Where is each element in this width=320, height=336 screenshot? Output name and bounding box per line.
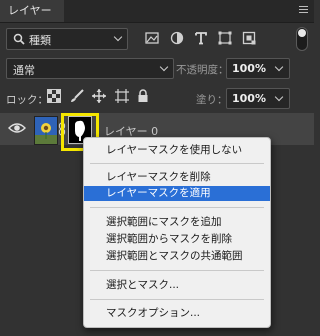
menu-item-apply-layer-mask[interactable]: レイヤーマスクを適用 bbox=[84, 186, 270, 201]
filter-toggle-switch[interactable] bbox=[296, 27, 308, 51]
filter-kind-select[interactable]: 種類 bbox=[6, 28, 128, 50]
menu-separator bbox=[90, 299, 264, 300]
lock-transparent-pixels-icon[interactable] bbox=[47, 89, 61, 103]
opacity-label: 不透明度： bbox=[176, 64, 229, 76]
menu-item-mask-options[interactable]: マスクオプション... bbox=[84, 306, 270, 321]
menu-item-select-and-mask[interactable]: 選択とマスク... bbox=[84, 278, 270, 293]
search-icon bbox=[13, 33, 25, 45]
filter-type-icon[interactable] bbox=[194, 31, 208, 45]
panel-menu-icon[interactable] bbox=[299, 6, 308, 15]
filter-kind-label: 種類 bbox=[29, 34, 51, 47]
filter-shape-icon[interactable] bbox=[218, 31, 232, 45]
blend-mode-select[interactable]: 通常 bbox=[6, 58, 174, 79]
menu-item-delete-layer-mask[interactable]: レイヤーマスクを削除 bbox=[84, 170, 270, 185]
lock-all-icon[interactable] bbox=[136, 89, 150, 103]
fill-value: 100% bbox=[232, 92, 266, 105]
lock-position-icon[interactable] bbox=[92, 89, 106, 103]
opacity-field[interactable]: 100% bbox=[226, 58, 290, 79]
menu-separator bbox=[90, 163, 264, 164]
menu-item-intersect-mask-with-selection[interactable]: 選択範囲とマスクの共通範囲 bbox=[84, 249, 270, 264]
context-menu: レイヤーマスクを使用しない レイヤーマスクを削除 レイヤーマスクを適用 選択範囲… bbox=[83, 137, 271, 328]
filter-smart-object-icon[interactable] bbox=[242, 31, 256, 45]
tab-layers[interactable]: レイヤー bbox=[0, 0, 64, 22]
layer-image-thumbnail[interactable] bbox=[34, 116, 58, 145]
opacity-value: 100% bbox=[232, 62, 266, 75]
menu-item-subtract-mask-from-selection[interactable]: 選択範囲からマスクを削除 bbox=[84, 232, 270, 247]
chevron-down-icon bbox=[159, 62, 169, 72]
filter-adjustment-icon[interactable] bbox=[170, 31, 184, 45]
menu-item-add-mask-to-selection[interactable]: 選択範囲にマスクを追加 bbox=[84, 215, 270, 230]
fill-label: 塗り： bbox=[196, 94, 228, 106]
menu-separator bbox=[90, 207, 264, 208]
menu-separator bbox=[90, 270, 264, 271]
filter-pixel-icon[interactable] bbox=[145, 31, 159, 45]
lock-image-pixels-icon[interactable] bbox=[70, 89, 84, 103]
eye-icon[interactable] bbox=[8, 121, 26, 135]
menu-item-disable-layer-mask[interactable]: レイヤーマスクを使用しない bbox=[84, 143, 270, 158]
chevron-down-icon bbox=[274, 62, 284, 72]
chevron-down-icon bbox=[113, 32, 123, 42]
lock-label: ロック： bbox=[6, 94, 48, 106]
fill-field[interactable]: 100% bbox=[226, 88, 290, 109]
lock-artboard-icon[interactable] bbox=[115, 89, 129, 103]
chevron-down-icon bbox=[274, 92, 284, 102]
blend-mode-value: 通常 bbox=[13, 64, 35, 77]
